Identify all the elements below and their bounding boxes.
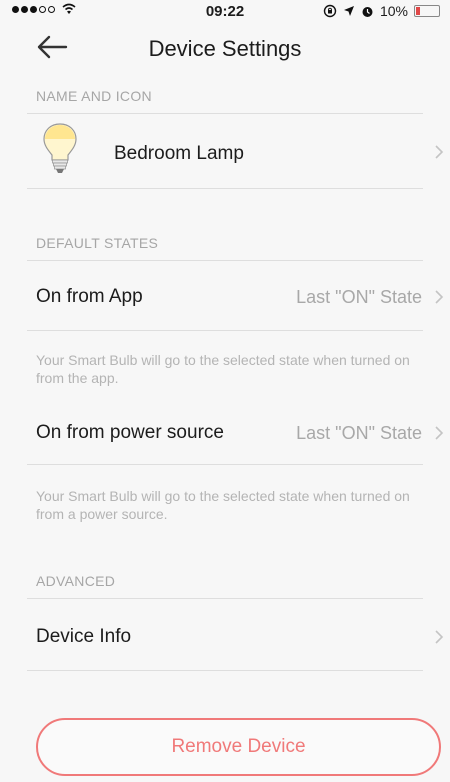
chevron-right-icon: [435, 145, 444, 159]
page-title: Device Settings: [148, 36, 302, 61]
section-header-name-icon: NAME AND ICON: [36, 88, 152, 104]
divider: [27, 464, 423, 465]
on-from-app-label: On from App: [36, 286, 143, 307]
on-from-power-note: Your Smart Bulb will go to the selected …: [36, 488, 410, 522]
device-settings-screen: 09:22 10% Device Settings NAME AND ICON: [0, 0, 450, 782]
divider: [27, 260, 423, 261]
device-info-label: Device Info: [36, 626, 132, 647]
divider: [27, 330, 423, 331]
divider: [27, 598, 423, 599]
remove-device-button[interactable]: Remove Device: [36, 718, 441, 776]
rotation-lock-icon: [323, 4, 337, 18]
battery-percent: 10%: [379, 3, 408, 19]
on-from-app-row[interactable]: On from App Last "ON" State: [0, 262, 450, 328]
chevron-right-icon: [435, 630, 444, 644]
section-header-default-states: DEFAULT STATES: [36, 235, 159, 251]
navigation-bar: Device Settings: [0, 22, 450, 80]
chevron-right-icon: [435, 426, 444, 440]
on-from-power-row[interactable]: On from power source Last "ON" State: [0, 398, 450, 464]
device-info-row[interactable]: Device Info: [0, 600, 450, 670]
light-bulb-icon: [43, 123, 77, 173]
battery-icon: [414, 5, 440, 17]
alarm-icon: [362, 6, 373, 17]
divider: [27, 188, 423, 189]
status-indicators: 10%: [323, 3, 440, 19]
device-name-row[interactable]: Bedroom Lamp: [0, 114, 450, 188]
on-from-power-value: Last "ON" State: [296, 423, 422, 443]
status-bar: 09:22 10%: [0, 0, 450, 22]
divider: [27, 670, 423, 671]
on-from-app-note: Your Smart Bulb will go to the selected …: [36, 352, 410, 386]
location-arrow-icon: [343, 6, 354, 16]
chevron-right-icon: [435, 290, 444, 304]
on-from-app-value: Last "ON" State: [296, 287, 422, 307]
device-name-label: Bedroom Lamp: [114, 143, 244, 164]
on-from-power-label: On from power source: [36, 422, 224, 443]
section-header-advanced: ADVANCED: [36, 573, 116, 589]
